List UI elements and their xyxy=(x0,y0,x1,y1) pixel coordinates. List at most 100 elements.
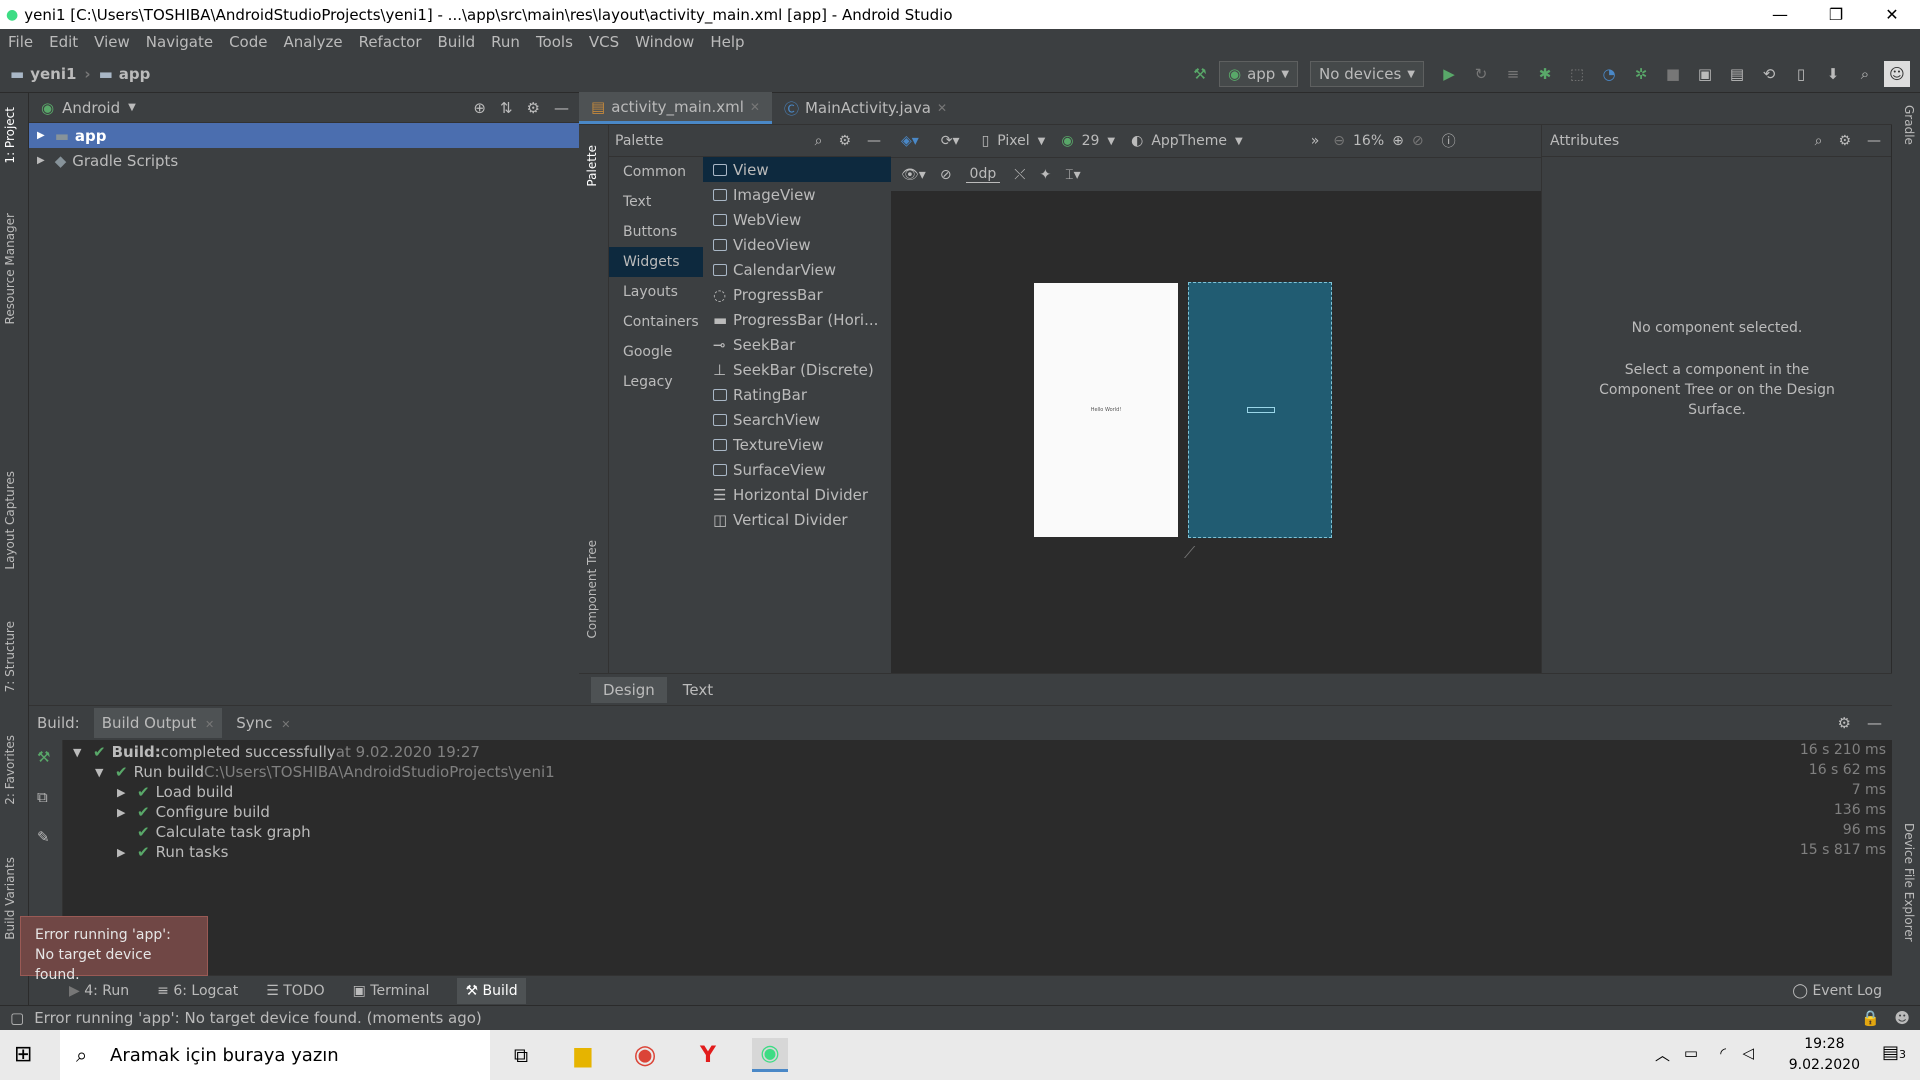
tab-design[interactable]: Design xyxy=(591,676,667,703)
search-icon[interactable]: ⌕ xyxy=(1815,133,1823,149)
yandex-icon[interactable]: Y xyxy=(690,1038,726,1072)
more-icon[interactable]: » xyxy=(1311,133,1320,149)
category-widgets[interactable]: Widgets xyxy=(609,247,703,277)
event-log-button[interactable]: ◯ Event Log xyxy=(1792,983,1882,999)
sync-gradle-icon[interactable]: ⟲ xyxy=(1756,61,1782,87)
breadcrumb-module[interactable]: app xyxy=(119,65,151,83)
battery-icon[interactable]: ▭ xyxy=(1684,1044,1698,1062)
menu-navigate[interactable]: Navigate xyxy=(138,33,221,51)
rerun-icon[interactable]: ↻ xyxy=(1468,61,1494,87)
default-margin-input[interactable]: 0dp xyxy=(965,166,1001,183)
menu-code[interactable]: Code xyxy=(221,33,275,51)
menu-window[interactable]: Window xyxy=(627,33,702,51)
theme-select[interactable]: AppTheme xyxy=(1151,133,1227,149)
tab-text[interactable]: Text xyxy=(671,677,725,703)
project-view-select[interactable]: Android xyxy=(62,99,120,117)
error-balloon[interactable]: Error running 'app': No target device fo… xyxy=(20,916,208,983)
menu-refactor[interactable]: Refactor xyxy=(351,33,430,51)
zoom-in-icon[interactable]: ⊕ xyxy=(1392,133,1404,149)
avd-manager-icon[interactable]: ▯ xyxy=(1788,61,1814,87)
widget-view[interactable]: View xyxy=(703,157,891,182)
widget-webview[interactable]: WebView xyxy=(703,207,891,232)
gear-icon[interactable]: ⚙ xyxy=(838,133,851,149)
tab-favorites[interactable]: 2: Favorites xyxy=(3,735,17,805)
menu-tools[interactable]: Tools xyxy=(528,33,581,51)
task-view-icon[interactable]: ⧉ xyxy=(503,1038,539,1072)
category-layouts[interactable]: Layouts xyxy=(609,277,703,307)
category-containers[interactable]: Containers xyxy=(609,307,703,337)
memory-indicator-icon[interactable]: ☻ xyxy=(1894,1009,1910,1027)
search-icon[interactable]: ⌕ xyxy=(815,133,823,149)
chevron-right-icon[interactable]: ▶ xyxy=(117,846,131,859)
chevron-right-icon[interactable]: ▶ xyxy=(117,806,131,819)
build-row-configure-build[interactable]: ▶ ✔ Configure build xyxy=(117,802,270,822)
menu-analyze[interactable]: Analyze xyxy=(275,33,350,51)
category-legacy[interactable]: Legacy xyxy=(609,367,703,397)
magnet-off-icon[interactable]: ⊘ xyxy=(940,167,952,183)
pin-icon[interactable]: ✎ xyxy=(37,828,50,846)
tab-gradle[interactable]: Gradle xyxy=(1902,105,1916,145)
tray-chevron-up-icon[interactable]: ︿ xyxy=(1655,1044,1670,1065)
blueprint-textview[interactable] xyxy=(1247,407,1275,413)
device-select[interactable]: Pixel xyxy=(997,133,1029,149)
tab-palette[interactable]: Palette xyxy=(585,145,599,187)
account-icon[interactable]: ☺ xyxy=(1884,61,1910,87)
search-icon[interactable]: ⌕ xyxy=(1852,61,1878,87)
widget-progressbar-horizontal[interactable]: ▬ ProgressBar (Hori... xyxy=(703,307,891,332)
apply-changes-icon[interactable]: ≡ xyxy=(1500,61,1526,87)
status-toggle-icon[interactable]: ▢ xyxy=(10,1009,24,1027)
tab-build-variants[interactable]: Build Variants xyxy=(3,857,17,940)
hide-icon[interactable]: — xyxy=(554,99,569,117)
hide-icon[interactable]: — xyxy=(1867,133,1881,149)
build-row-task-graph[interactable]: ✔ Calculate task graph xyxy=(137,822,311,842)
widget-imageview[interactable]: ImageView xyxy=(703,182,891,207)
widget-ratingbar[interactable]: RatingBar xyxy=(703,382,891,407)
close-icon[interactable]: ✕ xyxy=(281,718,290,731)
hide-icon[interactable]: — xyxy=(1867,714,1882,732)
run-config-select[interactable]: ◉ app ▼ xyxy=(1218,61,1299,87)
menu-help[interactable]: Help xyxy=(702,33,752,51)
notification-center-icon[interactable]: ▤3 xyxy=(1882,1042,1906,1063)
tab-mainactivity-java[interactable]: Ⓒ MainActivity.java ✕ xyxy=(772,92,959,124)
menu-edit[interactable]: Edit xyxy=(41,33,86,51)
widget-seekbar-discrete[interactable]: ⊥ SeekBar (Discrete) xyxy=(703,357,891,382)
tab-structure[interactable]: 7: Structure xyxy=(3,621,17,692)
build-row-run-tasks[interactable]: ▶ ✔ Run tasks xyxy=(117,842,229,862)
build-row-root[interactable]: ▼ ✔ Build: completed successfully at 9.0… xyxy=(73,742,480,762)
locate-icon[interactable]: ⊕ xyxy=(473,99,486,117)
lock-icon[interactable]: 🔒 xyxy=(1861,1009,1880,1027)
tab-todo[interactable]: ☰ TODO xyxy=(266,983,324,999)
category-text[interactable]: Text xyxy=(609,187,703,217)
tab-build[interactable]: ⚒ Build xyxy=(457,977,526,1004)
collapse-icon[interactable]: ⇅ xyxy=(500,99,513,117)
device-select[interactable]: No devices ▼ xyxy=(1310,61,1424,87)
windows-start-icon[interactable]: ⊞ xyxy=(14,1042,32,1067)
clear-constraints-icon[interactable]: ⤬ xyxy=(1014,167,1025,183)
tree-item-gradle-scripts[interactable]: ▶ ◆ Gradle Scripts xyxy=(29,148,579,173)
category-buttons[interactable]: Buttons xyxy=(609,217,703,247)
attach-debugger-icon[interactable]: ⬚ xyxy=(1564,61,1590,87)
orientation-icon[interactable]: ⟳▾ xyxy=(941,133,960,149)
chevron-down-icon[interactable]: ▼ xyxy=(95,766,109,779)
widget-textureview[interactable]: TextureView xyxy=(703,432,891,457)
tab-sync[interactable]: Sync ✕ xyxy=(236,714,290,732)
hammer-icon[interactable]: ⚒ xyxy=(37,748,50,766)
system-clock[interactable]: 19:28 9.02.2020 xyxy=(1789,1034,1860,1076)
eye-icon[interactable]: 👁▾ xyxy=(901,167,926,183)
tab-device-file-explorer[interactable]: Device File Explorer xyxy=(1902,823,1916,942)
widget-surfaceview[interactable]: SurfaceView xyxy=(703,457,891,482)
api-level-select[interactable]: 29 xyxy=(1082,133,1100,149)
chevron-down-icon[interactable]: ▼ xyxy=(73,746,87,759)
build-row-load-build[interactable]: ▶ ✔ Load build xyxy=(117,782,233,802)
zoom-out-icon[interactable]: ⊖ xyxy=(1333,133,1345,149)
toggle-view-icon[interactable]: ⧉ xyxy=(37,788,48,806)
taskbar-search-input[interactable]: ⌕ Aramak için buraya yazın xyxy=(60,1030,490,1080)
menu-build[interactable]: Build xyxy=(430,33,484,51)
category-google[interactable]: Google xyxy=(609,337,703,367)
design-preview[interactable]: Hello World! xyxy=(1034,283,1178,537)
widget-searchview[interactable]: SearchView xyxy=(703,407,891,432)
tab-project[interactable]: 1: Project xyxy=(3,107,17,164)
gear-icon[interactable]: ⚙ xyxy=(1838,133,1851,149)
zoom-fit-icon[interactable]: ⊘ xyxy=(1412,133,1424,149)
project-structure-icon[interactable]: ▣ xyxy=(1692,61,1718,87)
